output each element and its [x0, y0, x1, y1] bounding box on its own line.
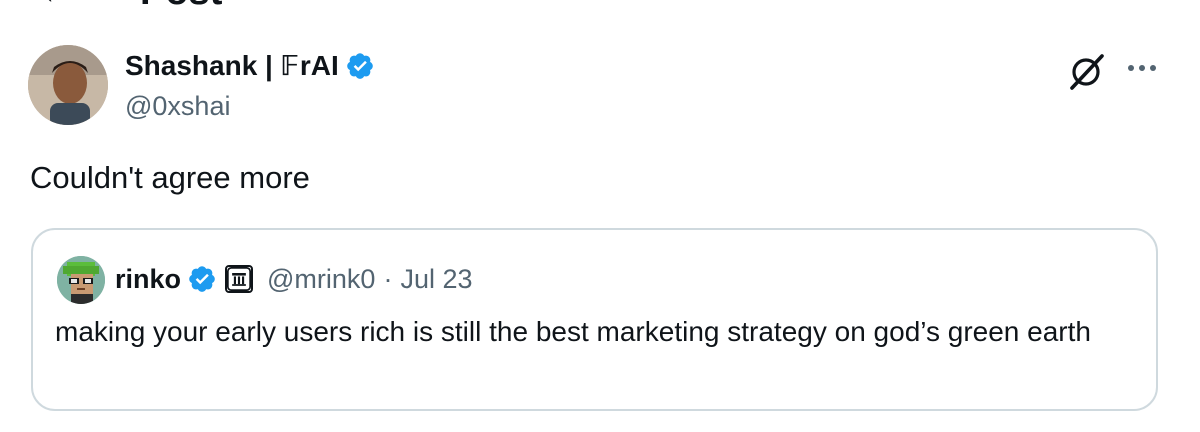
quote-header: rinko @mrink0 · Jul 23	[115, 258, 473, 300]
separator-dot: ·	[383, 264, 393, 294]
verified-badge-icon[interactable]	[187, 264, 217, 294]
quoted-tweet-card[interactable]: rinko @mrink0 · Jul 23 making your early…	[31, 228, 1158, 411]
quote-date[interactable]: Jul 23	[400, 259, 472, 299]
pixel-avatar-icon	[57, 256, 105, 304]
more-options-icon[interactable]	[1124, 55, 1160, 81]
quote-text: making your early users rich is still th…	[55, 316, 1091, 347]
author-handle[interactable]: @0xshai	[125, 88, 230, 124]
author-avatar[interactable]	[28, 45, 108, 125]
quote-author-avatar[interactable]	[57, 256, 105, 304]
tweet-text: Couldn't agree more	[30, 160, 310, 195]
grok-icon[interactable]	[1066, 50, 1108, 92]
back-arrow-icon[interactable]: ←	[38, 0, 78, 9]
verified-badge-icon[interactable]	[345, 51, 375, 81]
user-avatar-photo-icon	[28, 45, 108, 125]
affiliation-badge-icon[interactable]	[225, 265, 254, 293]
author-name-row[interactable]: Shashank | 𝔽rAI	[125, 48, 375, 84]
author-name[interactable]: Shashank | 𝔽rAI	[125, 48, 339, 84]
top-bar: ← Post	[0, 0, 1200, 11]
quote-author-name[interactable]: rinko	[115, 259, 181, 299]
quote-author-handle[interactable]: @mrink0	[267, 259, 375, 299]
page-title: Post	[140, 0, 222, 11]
